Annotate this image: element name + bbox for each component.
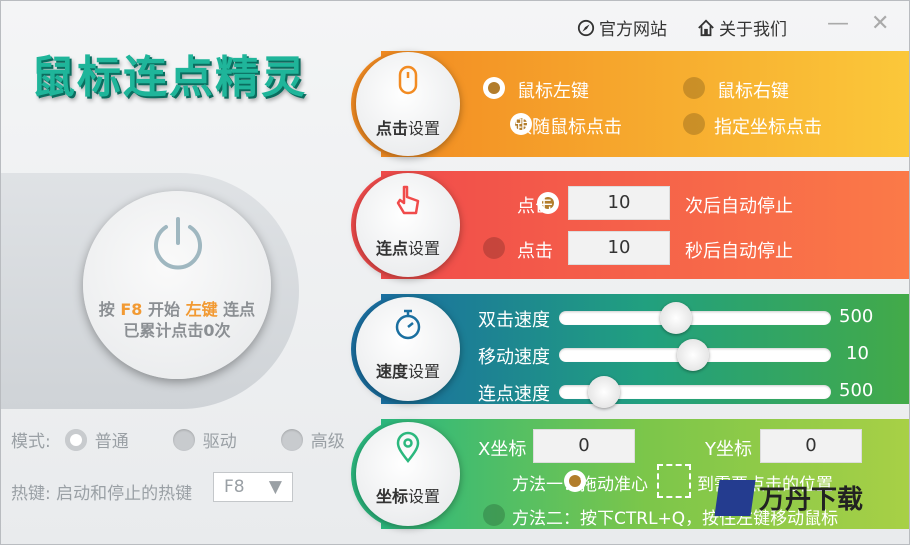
speed-settings-title-rest: 设置 (408, 362, 441, 381)
mode-label: 模式: (11, 432, 51, 452)
power-icon (154, 217, 202, 270)
y-coord-label: Y坐标 (705, 439, 752, 460)
official-site-link[interactable]: 官方网站 (577, 15, 667, 40)
compass-icon (577, 19, 595, 36)
count-input[interactable]: 10 (568, 186, 670, 220)
repeat-speed-slider[interactable] (559, 376, 831, 408)
about-link[interactable]: 关于我们 (697, 15, 787, 40)
repeat-speed-label: 连点速度 (478, 384, 550, 405)
slider-thumb[interactable] (587, 376, 620, 408)
x-coord-label: X坐标 (478, 439, 527, 460)
method2-radio[interactable] (483, 504, 505, 526)
double-click-speed-value: 500 (839, 306, 874, 327)
mouse-icon (398, 65, 418, 95)
left-button-label: 鼠标左键 (517, 81, 589, 102)
stopwatch-icon (395, 309, 421, 340)
chevron-down-icon: ▼ (268, 477, 282, 497)
double-click-speed-slider[interactable] (559, 302, 831, 334)
mode-driver-label: 驱动 (202, 432, 237, 452)
app-title: 鼠标连点精灵 (31, 52, 307, 103)
repeat-settings-title: 连点设置 (356, 235, 460, 259)
fixed-coord-radio[interactable] (683, 113, 705, 135)
click-settings-title-bold: 点击 (375, 119, 408, 138)
home-icon (698, 19, 714, 36)
time-input[interactable]: 10 (568, 231, 670, 265)
repeat-settings-title-bold: 连点 (375, 239, 408, 258)
right-button-label: 鼠标右键 (717, 81, 789, 102)
mode-normal-radio[interactable] (64, 428, 87, 451)
location-pin-icon (396, 431, 420, 464)
start-instructions: 按 F8 开始 左键 连点 已累计点击0次 (83, 299, 271, 341)
y-coord-input[interactable]: 0 (760, 429, 862, 463)
time-stop-prefix: 点击 (517, 241, 553, 262)
coord-settings-title-bold: 坐标 (375, 487, 408, 506)
mode-advanced-radio[interactable] (280, 428, 303, 451)
watermark: 万丹下载 (714, 479, 864, 516)
official-site-label: 官方网站 (599, 20, 667, 40)
time-stop-suffix: 秒后自动停止 (685, 241, 793, 262)
crosshair-icon[interactable] (657, 464, 691, 498)
close-button[interactable]: ✕ (871, 11, 889, 36)
main-window: 鼠标连点精灵 官方网站 关于我们 — ✕ 按 F8 开始 左键 连点 已累计点击… (0, 0, 910, 545)
about-label: 关于我们 (719, 20, 787, 40)
mode-driver-radio[interactable] (172, 428, 195, 451)
x-coord-input[interactable]: 0 (533, 429, 635, 463)
text-start: 开始 (142, 300, 186, 319)
mode-row: 模式: 普通 驱动 高级 (11, 427, 345, 452)
mode-advanced-label: 高级 (310, 432, 345, 452)
move-speed-value: 10 (846, 343, 869, 364)
repeat-settings-title-rest: 设置 (408, 239, 441, 258)
hotkey-highlight: F8 (120, 300, 143, 319)
mode-normal-label: 普通 (94, 432, 129, 452)
right-button-radio[interactable] (683, 77, 705, 99)
move-speed-slider[interactable] (559, 339, 831, 371)
speed-settings-title-bold: 速度 (375, 362, 408, 381)
fixed-coord-label: 指定坐标点击 (714, 117, 822, 138)
button-highlight: 左键 (185, 300, 218, 319)
text-click: 连点 (217, 300, 256, 319)
hotkey-select[interactable]: F8 ▼ (213, 472, 293, 502)
speed-settings-title: 速度设置 (356, 358, 460, 382)
left-button-radio[interactable] (483, 77, 505, 99)
hotkey-label: 热键: 启动和停止的热键 (11, 484, 193, 504)
minimize-button[interactable]: — (827, 11, 849, 36)
hotkey-value: F8 (224, 477, 245, 497)
double-click-speed-label: 双击速度 (478, 310, 550, 331)
finger-click-icon (396, 185, 420, 215)
click-settings-band (381, 51, 909, 157)
count-stop-prefix: 点击 (517, 196, 553, 217)
repeat-speed-value: 500 (839, 380, 874, 401)
coord-settings-title: 坐标设置 (356, 483, 460, 507)
text-press: 按 (98, 300, 121, 319)
click-count: 已累计点击0次 (123, 321, 231, 340)
coord-settings-title-rest: 设置 (408, 487, 441, 506)
method1-label: 方法一：拖动准心 (512, 475, 648, 495)
move-speed-label: 移动速度 (478, 347, 550, 368)
slider-thumb[interactable] (659, 302, 692, 334)
watermark-text: 万丹下载 (759, 485, 864, 515)
count-stop-suffix: 次后自动停止 (685, 196, 793, 217)
click-settings-title-rest: 设置 (408, 119, 441, 138)
follow-mouse-label: 跟随鼠标点击 (514, 117, 622, 138)
watermark-logo-icon (714, 479, 756, 516)
slider-thumb[interactable] (676, 339, 709, 371)
time-stop-radio[interactable] (483, 237, 505, 259)
click-settings-title: 点击设置 (356, 115, 460, 139)
